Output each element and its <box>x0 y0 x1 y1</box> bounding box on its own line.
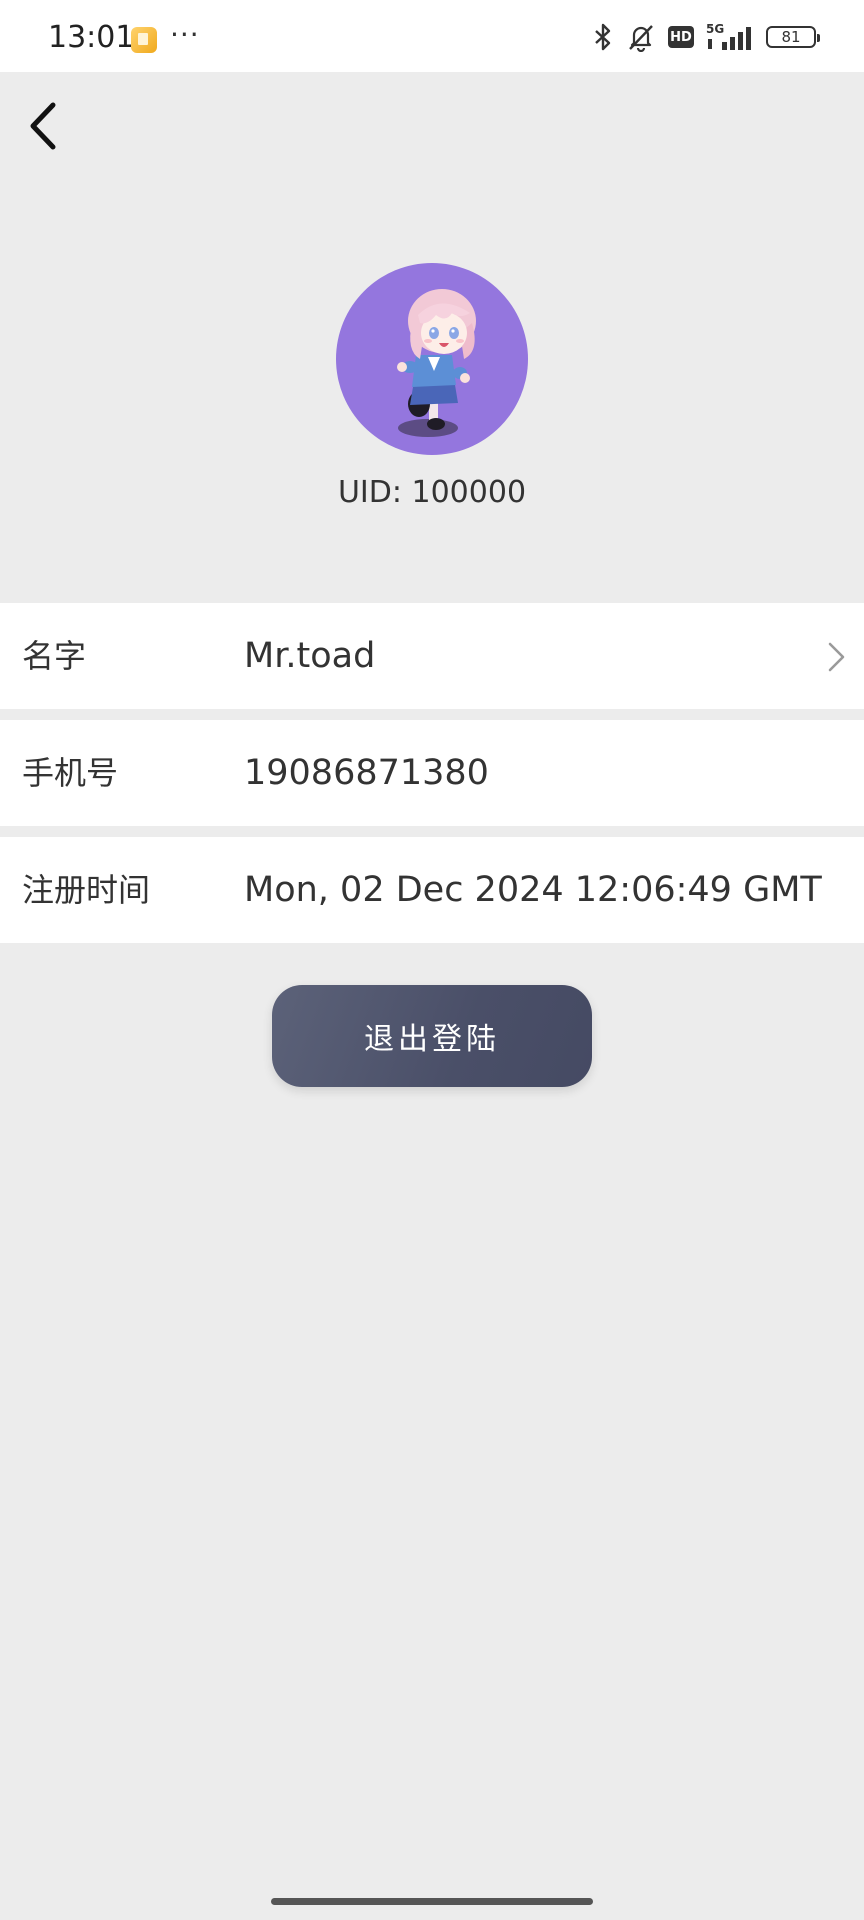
uid-label: UID: 100000 <box>337 475 527 510</box>
battery-icon: 81 <box>766 26 820 48</box>
name-row[interactable]: 名字 Mr.toad <box>0 603 864 709</box>
name-label: 名字 <box>22 637 87 675</box>
status-time: 13:01 <box>48 20 135 55</box>
phone-row: 手机号 19086871380 <box>0 720 864 826</box>
bell-muted-icon <box>629 25 653 52</box>
hd-icon: HD <box>668 26 694 48</box>
status-more-icon: ··· <box>170 18 200 51</box>
back-button[interactable] <box>14 96 70 156</box>
phone-label: 手机号 <box>22 754 119 792</box>
registration-time-label: 注册时间 <box>22 871 151 909</box>
battery-level: 81 <box>781 28 801 46</box>
name-value: Mr.toad <box>244 636 376 676</box>
logout-button[interactable]: 退出登陆 <box>272 985 592 1087</box>
bluetooth-icon <box>595 23 611 51</box>
network-type-label: 5G <box>706 22 724 36</box>
avatar-character-image <box>397 289 476 437</box>
signal-icon: 5G <box>706 22 751 50</box>
status-icons: HD 5G 81 <box>592 22 820 52</box>
avatar[interactable] <box>336 263 528 455</box>
chevron-right-icon <box>828 642 845 672</box>
phone-value: 19086871380 <box>244 753 489 793</box>
chevron-left-icon <box>30 102 56 150</box>
home-indicator[interactable] <box>271 1898 593 1905</box>
registration-time-row: 注册时间 Mon, 02 Dec 2024 12:06:49 GMT <box>0 837 864 943</box>
notification-app-icon <box>131 27 157 53</box>
registration-time-value: Mon, 02 Dec 2024 12:06:49 GMT <box>244 870 822 910</box>
status-bar: 13:01 ··· HD 5G 81 <box>0 0 864 72</box>
